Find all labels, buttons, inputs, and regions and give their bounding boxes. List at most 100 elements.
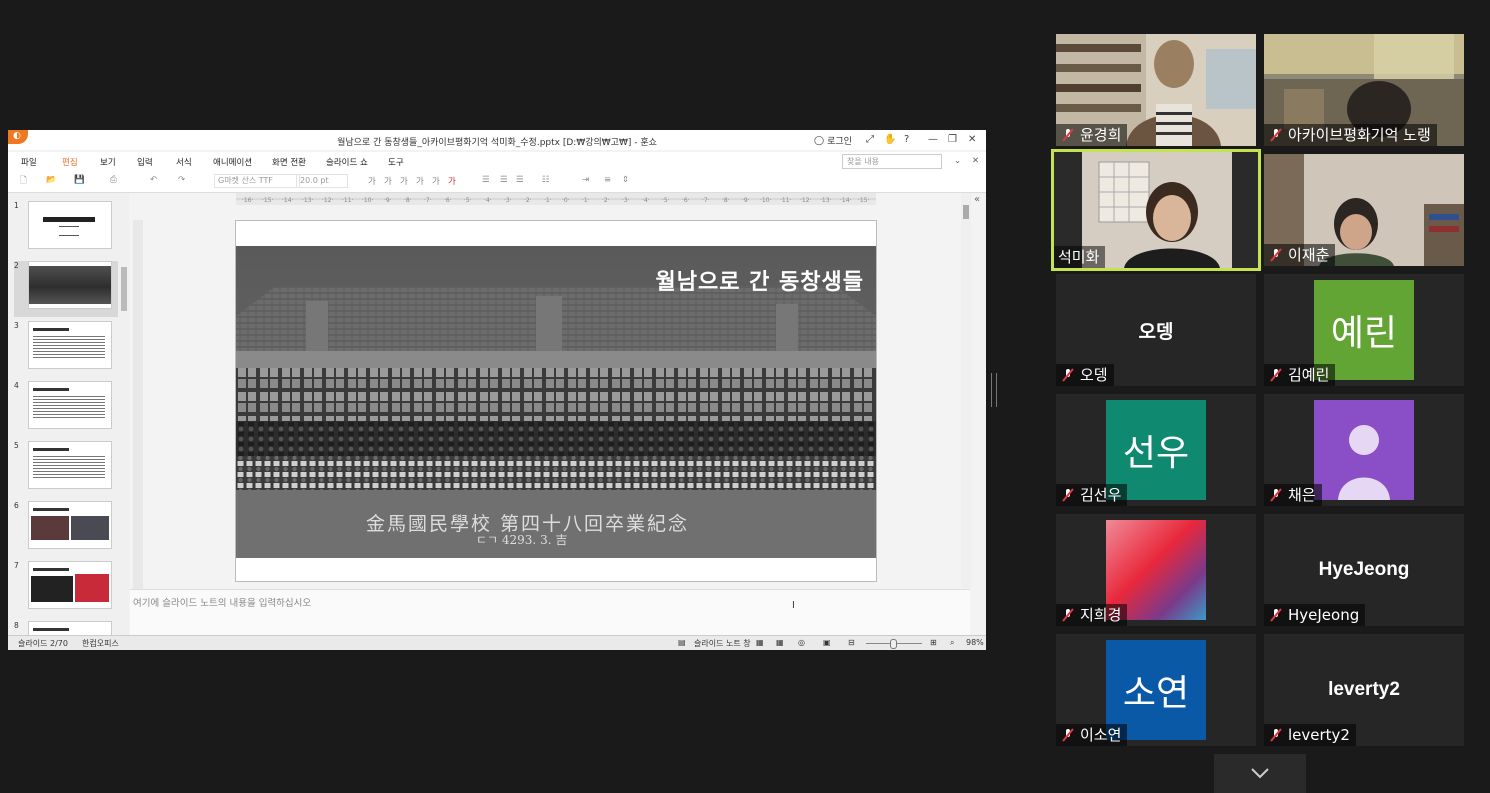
menu-view[interactable]: 보기 bbox=[100, 156, 116, 168]
thumbnail-slide-6[interactable]: 6 bbox=[14, 501, 118, 557]
school-photo[interactable]: 월남으로 간 동창생들 金馬國民學校 第四十八回卒業紀念 ㄷㄱ 4293. 3.… bbox=[236, 246, 876, 558]
slide-notes-area[interactable]: 여기에 슬라이드 노트의 내용을 입력하십시오 I bbox=[130, 589, 970, 637]
slide-canvas[interactable]: 월남으로 간 동창생들 金馬國民學校 第四十八回卒業紀念 ㄷㄱ 4293. 3.… bbox=[235, 220, 877, 582]
active-speaker-tile[interactable]: 석미화 bbox=[1051, 149, 1261, 271]
vertical-ruler bbox=[133, 220, 143, 590]
slide-title[interactable]: 월남으로 간 동창생들 bbox=[656, 264, 864, 296]
zoom-in-icon[interactable]: ⊞ bbox=[930, 638, 937, 647]
participant-tile[interactable]: 이재춘 bbox=[1264, 154, 1464, 266]
participant-tile[interactable]: 지희경 bbox=[1056, 514, 1256, 626]
menu-tools[interactable]: 도구 bbox=[388, 156, 404, 168]
close-find-icon[interactable]: ✕ bbox=[972, 156, 979, 166]
gallery-expand-button[interactable] bbox=[1214, 754, 1306, 793]
sorter-view-icon[interactable]: ▦ bbox=[776, 638, 784, 647]
menu-animation[interactable]: 애니메이션 bbox=[213, 156, 252, 168]
thumbnail-image bbox=[28, 561, 112, 609]
thumbnail-slide-1[interactable]: 1 bbox=[14, 201, 118, 257]
gallery-splitter-handle[interactable] bbox=[991, 373, 997, 407]
thumbnail-slide-7[interactable]: 7 bbox=[14, 561, 118, 617]
photo-date: ㄷㄱ 4293. 3. 吉 bbox=[476, 533, 568, 547]
indent-icon[interactable]: ⇥ bbox=[582, 175, 589, 185]
svg-text:·15·: ·15· bbox=[262, 197, 274, 204]
login-button[interactable]: ◯ 로그인 bbox=[814, 134, 852, 148]
fullscreen-icon[interactable]: ⤢ bbox=[866, 134, 874, 145]
text-direction-icon[interactable]: ⇕ bbox=[622, 175, 629, 185]
font-color-icon[interactable]: 가 bbox=[448, 175, 456, 187]
thumbnail-image bbox=[28, 261, 112, 309]
find-input[interactable]: 찾을 내용 bbox=[842, 154, 942, 169]
zoom-search-icon[interactable]: ⌕ bbox=[950, 638, 954, 648]
restore-icon[interactable]: ❐ bbox=[948, 134, 957, 145]
italic-icon[interactable]: 가 bbox=[384, 175, 392, 187]
menu-file[interactable]: 파일 bbox=[21, 156, 37, 168]
svg-text:·1·: ·1· bbox=[582, 197, 590, 204]
menu-format[interactable]: 서식 bbox=[176, 156, 192, 168]
participant-tile[interactable]: 소연 이소연 bbox=[1056, 634, 1256, 746]
minimize-icon[interactable]: — bbox=[928, 134, 938, 145]
editor-scrollbar[interactable] bbox=[961, 193, 971, 588]
svg-text:·4·: ·4· bbox=[642, 197, 650, 204]
participant-name-label: 지희경 bbox=[1056, 604, 1128, 626]
participant-tile[interactable]: 아카이브평화기억 노랭 bbox=[1264, 34, 1464, 146]
participant-tile[interactable]: 선우 김선우 bbox=[1056, 394, 1256, 506]
muted-mic-icon bbox=[1060, 127, 1076, 143]
participant-name-label: 오뎅 bbox=[1056, 364, 1114, 386]
notes-view-icon[interactable]: ▤ bbox=[678, 638, 686, 647]
font-name-select[interactable]: G마켓 산스 TTF bbox=[214, 174, 300, 188]
ruler-ticks: ·16· ·15· ·14· ·13· ·12· ·11· ·10· ·9· ·8· ·7·… bbox=[236, 197, 876, 204]
thumbnail-slide-8[interactable]: 8 bbox=[14, 621, 118, 636]
participant-tile[interactable]: HyeJeong HyeJeong bbox=[1264, 514, 1464, 626]
muted-mic-icon bbox=[1060, 607, 1076, 623]
participant-name-label: 김예린 bbox=[1264, 364, 1336, 386]
open-icon[interactable]: 📂 bbox=[46, 175, 57, 185]
help-icon[interactable]: ? bbox=[904, 134, 909, 145]
menu-insert[interactable]: 입력 bbox=[137, 156, 153, 168]
save-icon[interactable]: 💾 bbox=[74, 175, 85, 185]
undo-icon[interactable]: ↶ bbox=[150, 175, 157, 185]
scrollbar-thumb[interactable] bbox=[963, 205, 969, 219]
thumbnail-scrollbar[interactable] bbox=[121, 267, 127, 311]
bold-icon[interactable]: 가 bbox=[368, 175, 376, 187]
thumbnail-slide-2[interactable]: 2 bbox=[14, 261, 118, 317]
menu-slideshow[interactable]: 슬라이드 쇼 bbox=[326, 156, 368, 168]
muted-mic-icon bbox=[1268, 247, 1284, 263]
normal-view-icon[interactable]: ▦ bbox=[756, 638, 764, 647]
collapse-pane-icon[interactable]: « bbox=[974, 194, 980, 205]
chevron-down-icon[interactable]: ⌄ bbox=[954, 156, 961, 166]
fit-slide-icon[interactable]: ▣ bbox=[823, 638, 831, 647]
redo-icon[interactable]: ↷ bbox=[178, 175, 185, 185]
align-center-icon[interactable]: ☰ bbox=[500, 175, 508, 185]
svg-text:·7·: ·7· bbox=[702, 197, 710, 204]
close-icon[interactable]: ✕ bbox=[968, 134, 976, 145]
zoom-slider-thumb[interactable] bbox=[890, 639, 897, 649]
thumbnail-image bbox=[28, 621, 112, 636]
participant-tile[interactable]: 오뎅 오뎅 bbox=[1056, 274, 1256, 386]
bullet-list-icon[interactable]: ☷ bbox=[542, 175, 550, 185]
zoom-out-icon[interactable]: ⊟ bbox=[848, 638, 855, 647]
new-doc-icon[interactable]: 🗋 bbox=[20, 175, 27, 189]
title-bar: ◐ 월남으로 간 동창생들_아카이브평화기억 석미화_수정.pptx [D:₩강… bbox=[8, 130, 986, 150]
svg-text:·12·: ·12· bbox=[322, 197, 334, 204]
shadow-icon[interactable]: 가 bbox=[432, 175, 440, 187]
thumbnail-slide-4[interactable]: 4 bbox=[14, 381, 118, 437]
svg-text:·5·: ·5· bbox=[662, 197, 670, 204]
muted-mic-icon bbox=[1060, 367, 1076, 383]
print-icon[interactable]: ⎙ bbox=[110, 175, 117, 185]
participant-tile[interactable]: 채은 bbox=[1264, 394, 1464, 506]
menu-transition[interactable]: 화면 전환 bbox=[272, 156, 306, 168]
underline-icon[interactable]: 가 bbox=[400, 175, 408, 187]
align-left-icon[interactable]: ☰ bbox=[482, 175, 490, 185]
align-right-icon[interactable]: ☰ bbox=[516, 175, 524, 185]
notes-pane-toggle[interactable]: 슬라이드 노트 창 bbox=[694, 638, 751, 649]
font-size-input[interactable]: 20.0 pt bbox=[296, 174, 348, 188]
svg-text:·0·: ·0· bbox=[562, 197, 570, 204]
strike-icon[interactable]: 가 bbox=[416, 175, 424, 187]
participant-tile[interactable]: 예린 김예린 bbox=[1264, 274, 1464, 386]
hand-icon[interactable]: ✋ bbox=[884, 134, 896, 145]
participant-tile[interactable]: 윤경희 bbox=[1056, 34, 1256, 146]
reading-view-icon[interactable]: ◎ bbox=[798, 638, 805, 647]
thumbnail-slide-3[interactable]: 3 bbox=[14, 321, 118, 377]
thumbnail-slide-5[interactable]: 5 bbox=[14, 441, 118, 497]
participant-tile[interactable]: leverty2 leverty2 bbox=[1264, 634, 1464, 746]
line-spacing-icon[interactable]: ≡ bbox=[604, 175, 611, 185]
